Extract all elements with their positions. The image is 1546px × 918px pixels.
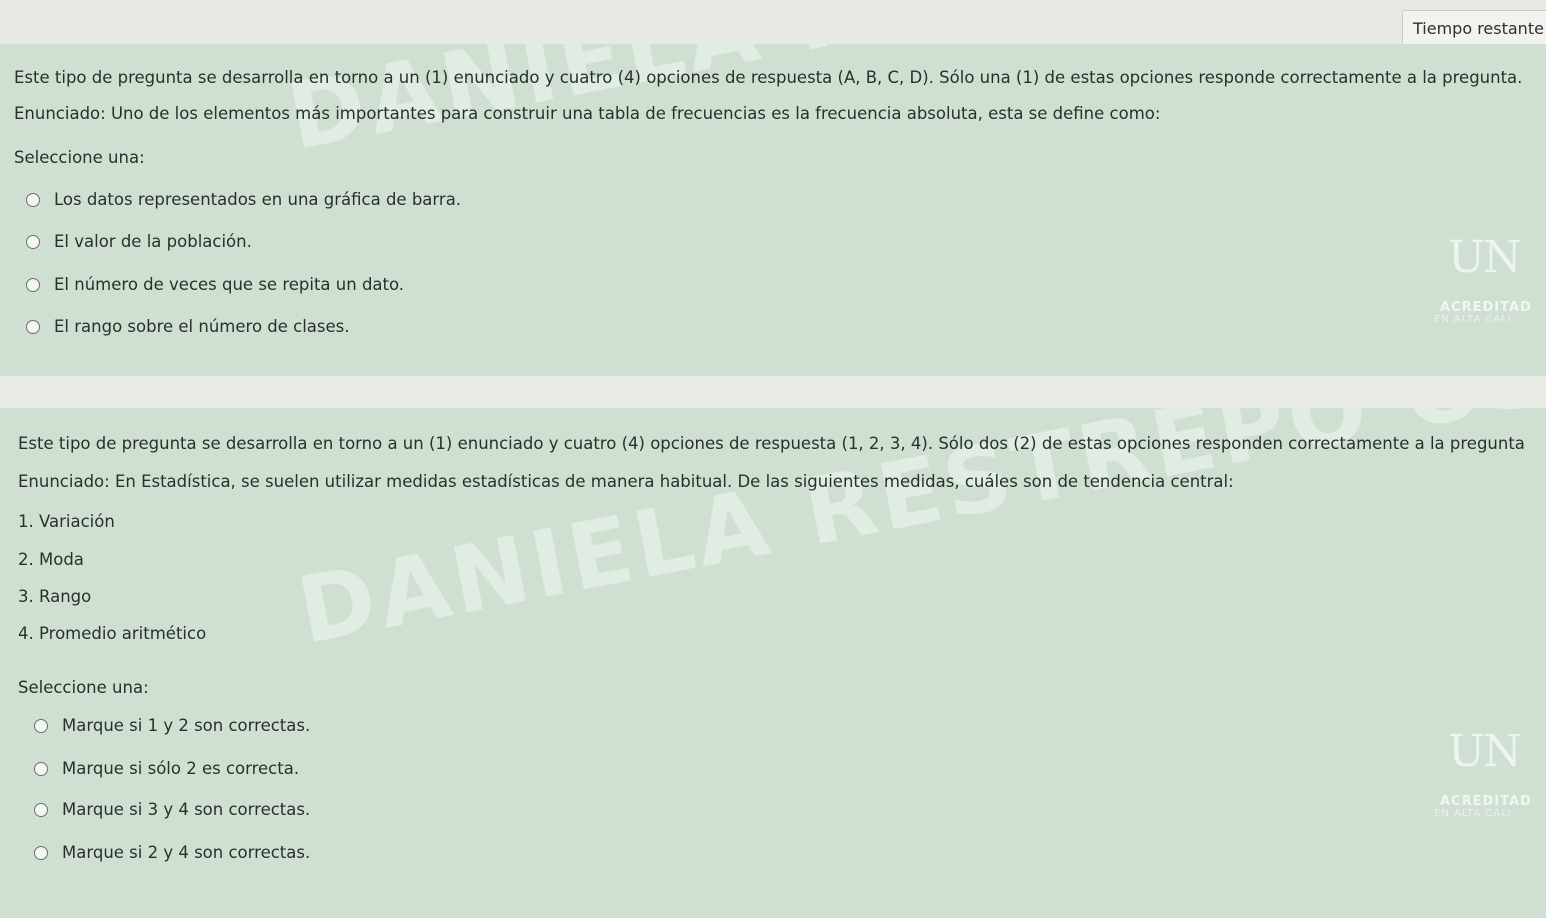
question-1-statement: Enunciado: Uno de los elementos más impo… [14, 104, 1161, 123]
question-2-item-3: 3. Rango [18, 587, 92, 606]
option-label: El valor de la población. [54, 232, 252, 251]
radio-button[interactable] [26, 234, 40, 249]
question-separator [0, 376, 1546, 408]
question-1-select-label: Seleccione una: [14, 148, 145, 167]
radio-button[interactable] [34, 802, 48, 817]
radio-button[interactable] [26, 192, 40, 207]
question-1-option-a[interactable]: Los datos representados en una gráfica d… [26, 190, 461, 209]
timer-box: Tiempo restante [1402, 10, 1546, 48]
question-2-option-3[interactable]: Marque si 3 y 4 son correctas. [34, 800, 310, 819]
question-2-item-4: 4. Promedio aritmético [18, 624, 207, 643]
option-label: Marque si 2 y 4 son correctas. [62, 843, 311, 862]
logo-caption-2: EN ALTA CALI [1434, 314, 1512, 325]
logo-caption-2: EN ALTA CALI [1434, 808, 1512, 819]
question-2-option-1[interactable]: Marque si 1 y 2 son correctas. [34, 716, 310, 735]
logo-caption: ACREDITAD [1440, 300, 1532, 315]
radio-button[interactable] [34, 718, 48, 733]
logo-mark: UN [1448, 232, 1522, 283]
question-2: DANIELA RESTREPO OSORIO UN ACREDITAD EN … [0, 408, 1546, 918]
question-1: DANIELA RESTREPO OSORIO UN ACREDITAD EN … [0, 44, 1546, 376]
question-2-option-2[interactable]: Marque si sólo 2 es correcta. [34, 759, 299, 778]
question-2-item-1: 1. Variación [18, 512, 115, 531]
university-logo: UN ACREDITAD EN ALTA CALI [1434, 204, 1546, 354]
question-1-option-c[interactable]: El número de veces que se repita un dato… [26, 275, 404, 294]
option-label: Los datos representados en una gráfica d… [54, 190, 462, 209]
question-2-statement: Enunciado: En Estadística, se suelen uti… [18, 472, 1234, 491]
radio-button[interactable] [34, 761, 48, 776]
option-label: Marque si 3 y 4 son correctas. [62, 800, 311, 819]
question-1-option-b[interactable]: El valor de la población. [26, 232, 252, 251]
logo-mark: UN [1448, 726, 1522, 777]
radio-button[interactable] [34, 845, 48, 860]
question-1-instruction: Este tipo de pregunta se desarrolla en t… [14, 68, 1523, 87]
question-2-select-label: Seleccione una: [18, 678, 149, 697]
option-label: Marque si 1 y 2 son correctas. [62, 716, 311, 735]
option-label: El rango sobre el número de clases. [54, 317, 350, 336]
logo-caption: ACREDITAD [1440, 794, 1532, 809]
question-2-instruction: Este tipo de pregunta se desarrolla en t… [18, 434, 1525, 453]
university-logo: UN ACREDITAD EN ALTA CALI [1434, 698, 1546, 848]
timer-label: Tiempo restante [1413, 19, 1544, 38]
option-label: El número de veces que se repita un dato… [54, 275, 405, 294]
question-1-option-d[interactable]: El rango sobre el número de clases. [26, 317, 350, 336]
radio-button[interactable] [26, 277, 40, 292]
question-2-item-2: 2. Moda [18, 550, 84, 569]
radio-button[interactable] [26, 319, 40, 334]
question-2-option-4[interactable]: Marque si 2 y 4 son correctas. [34, 843, 310, 862]
option-label: Marque si sólo 2 es correcta. [62, 759, 300, 778]
